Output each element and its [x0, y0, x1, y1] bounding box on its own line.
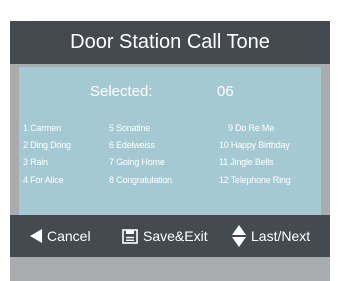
last-next-label: Last/Next — [251, 228, 311, 244]
tone-item-3[interactable]: 3 Rain — [23, 157, 48, 167]
cancel-label: Cancel — [47, 228, 91, 244]
selected-indicator: Selected: 06 — [19, 83, 321, 103]
tone-item-7[interactable]: 7 Going Home — [109, 157, 165, 167]
tone-item-5[interactable]: 5 Sonatine — [109, 123, 150, 133]
tone-item-8[interactable]: 8 Congratulation — [109, 175, 172, 185]
selected-value: 06 — [217, 83, 234, 100]
tone-list-panel: Selected: 06 1 Carmen 2 Ding Dong 3 Rain… — [19, 67, 321, 215]
tone-item-1[interactable]: 1 Carmen — [23, 123, 61, 133]
tone-item-6[interactable]: 6 Edelweiss — [109, 140, 155, 150]
tone-item-9[interactable]: 9 Do Re Me — [228, 123, 274, 133]
tone-item-4[interactable]: 4 For Alice — [23, 175, 64, 185]
page-title: Door Station Call Tone — [10, 21, 330, 64]
tone-item-2[interactable]: 2 Ding Dong — [23, 140, 71, 150]
tone-item-12[interactable]: 12 Telephone Ring — [219, 175, 291, 185]
up-down-arrow-icon — [232, 225, 246, 247]
tone-item-10[interactable]: 10 Happy Birthday — [219, 140, 290, 150]
cancel-button[interactable]: Cancel — [30, 215, 91, 257]
tone-item-11[interactable]: 11 Jingle Bells — [219, 157, 274, 167]
save-icon — [122, 228, 138, 244]
left-arrow-icon — [30, 229, 42, 243]
last-next-button[interactable]: Last/Next — [232, 215, 310, 257]
footer-bar: Cancel Save&Exit Last/Next — [10, 215, 330, 257]
save-exit-button[interactable]: Save&Exit — [122, 215, 208, 257]
save-exit-label: Save&Exit — [143, 228, 208, 244]
selected-label: Selected: — [90, 83, 153, 100]
call-tone-screen: Door Station Call Tone Selected: 06 1 Ca… — [10, 21, 330, 281]
